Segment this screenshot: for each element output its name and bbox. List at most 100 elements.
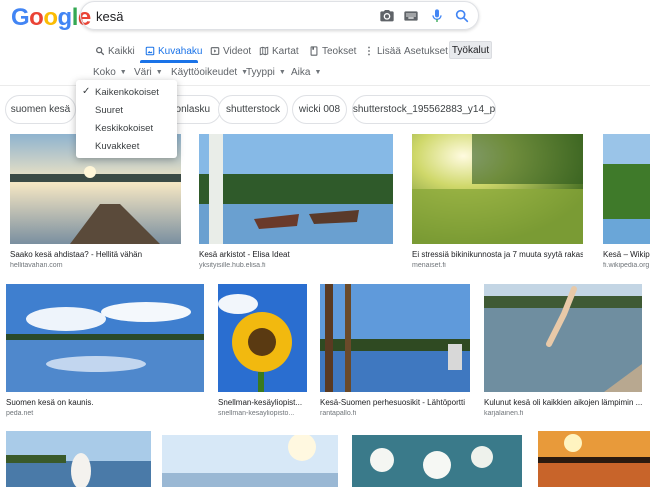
result-thumbnail[interactable] xyxy=(320,284,470,392)
person-diving-lake-image xyxy=(484,284,642,392)
result-source[interactable]: fi.wikipedia.org xyxy=(603,262,650,269)
result-caption[interactable]: Suomen kesä on kaunis. xyxy=(6,398,204,407)
forest-lake-image xyxy=(603,134,650,244)
caret-down-icon: ▼ xyxy=(278,69,286,76)
dropdown-item-label: Kuvakkeet xyxy=(95,140,140,152)
filter-color[interactable]: Väri ▼ xyxy=(134,67,163,78)
tab-all[interactable]: Kaikki xyxy=(95,42,135,60)
result-caption[interactable]: Kesä – Wikipe xyxy=(603,250,650,259)
search-icon[interactable] xyxy=(454,8,470,24)
result-thumbnail[interactable] xyxy=(6,431,151,487)
chip-suggestion[interactable]: wicki 008 xyxy=(292,95,347,124)
sunlit-meadow-image xyxy=(412,134,583,244)
result-source[interactable]: yksityisille.hub.elisa.fi xyxy=(199,262,393,269)
result-source[interactable]: karjalainen.fi xyxy=(484,410,642,417)
tab-label: Lisää xyxy=(377,45,401,57)
microphone-icon[interactable] xyxy=(429,8,445,24)
result-caption[interactable]: Ei stressiä bikinikunnosta ja 7 muuta sy… xyxy=(412,250,583,259)
result-source[interactable]: menaiset.fi xyxy=(412,262,583,269)
filter-label: Tyyppi xyxy=(246,67,275,78)
dropdown-item-icon[interactable]: Kuvakkeet xyxy=(76,137,177,155)
filter-label: Aika xyxy=(291,67,311,78)
chip-suggestion[interactable]: shutterstock_195562883_y14_p xyxy=(352,95,496,124)
tab-maps[interactable]: Kartat xyxy=(259,42,299,60)
tab-label: Kartat xyxy=(272,45,299,57)
chip-label: wicki 008 xyxy=(298,104,341,115)
search-input[interactable]: kesä xyxy=(96,9,123,24)
result-thumbnail[interactable] xyxy=(484,284,642,392)
result-thumbnail[interactable] xyxy=(352,435,522,487)
result-caption[interactable]: Snellman-kesäyliopist... xyxy=(218,398,307,407)
chip-label: shutterstock_195562883_y14_p xyxy=(352,104,496,115)
checkmark-icon: ✓ xyxy=(82,86,91,97)
chip-suggestion[interactable]: suomen kesä xyxy=(5,95,76,124)
sunflower-image xyxy=(218,284,307,392)
filter-label: Väri xyxy=(134,67,152,78)
image-icon xyxy=(145,46,155,56)
result-source[interactable]: hellitavahan.com xyxy=(10,262,181,269)
filter-size[interactable]: Koko ▼ xyxy=(93,67,127,78)
camera-icon[interactable] xyxy=(379,8,395,24)
tab-label: Asetukset xyxy=(404,45,448,57)
video-icon xyxy=(210,47,220,55)
filter-time[interactable]: Aika ▼ xyxy=(291,67,321,78)
tab-label: Kaikki xyxy=(108,45,135,57)
cherry-blossom-image xyxy=(352,435,522,487)
birch-lake-boats-image xyxy=(199,134,393,244)
search-box[interactable]: kesä xyxy=(80,1,479,30)
google-logo[interactable]: Google xyxy=(11,4,91,32)
size-dropdown-menu: ✓ Kaikenkokoiset Suuret Keskikokoiset Ku… xyxy=(76,80,177,158)
filter-usage-rights[interactable]: Käyttöoikeudet ▼ xyxy=(171,67,248,78)
chip-suggestion[interactable]: shutterstock xyxy=(218,95,288,124)
result-thumbnail[interactable] xyxy=(218,284,307,392)
result-caption[interactable]: Kesä-Suomen perhesuosikit - Lähtöportti xyxy=(320,398,470,407)
chip-label: shutterstock xyxy=(226,104,280,115)
filter-type[interactable]: Tyyppi ▼ xyxy=(246,67,286,78)
more-icon: ⋮ xyxy=(364,45,374,57)
result-source[interactable]: peda.net xyxy=(6,410,204,417)
tools-button[interactable]: Työkalut xyxy=(449,41,492,59)
tab-more[interactable]: ⋮ Lisää xyxy=(364,42,401,60)
filter-label: Käyttöoikeudet xyxy=(171,67,238,78)
lake-clouds-image xyxy=(6,284,204,392)
tab-label: Videot xyxy=(223,45,252,57)
tab-label: Kuvahaku xyxy=(158,45,203,57)
keyboard-icon[interactable] xyxy=(403,8,419,24)
result-source[interactable]: rantapallo.fi xyxy=(320,410,470,417)
result-caption[interactable]: Saako kesä ahdistaa? - Hellitä vähän xyxy=(10,250,181,259)
result-caption[interactable]: Kulunut kesä oli kaikkien aikojen lämpim… xyxy=(484,398,642,407)
result-caption[interactable]: Kesä arkistot - Elisa Ideat xyxy=(199,250,393,259)
result-thumbnail[interactable] xyxy=(162,435,338,487)
search-icon xyxy=(96,47,105,56)
dropdown-item-all-sizes[interactable]: ✓ Kaikenkokoiset xyxy=(76,83,177,101)
filter-label: Koko xyxy=(93,67,116,78)
map-icon xyxy=(259,46,269,56)
result-thumbnail[interactable] xyxy=(603,134,650,244)
tab-books[interactable]: Teokset xyxy=(309,42,356,60)
dropdown-item-label: Keskikokoiset xyxy=(95,122,154,134)
active-tab-indicator xyxy=(140,60,198,63)
tab-videos[interactable]: Videot xyxy=(210,42,251,60)
caret-down-icon: ▼ xyxy=(119,69,127,76)
result-thumbnail[interactable] xyxy=(6,284,204,392)
dropdown-item-label: Suuret xyxy=(95,104,123,116)
result-thumbnail[interactable] xyxy=(538,431,650,487)
tools-label: Työkalut xyxy=(451,44,490,56)
girl-in-dress-lake-image xyxy=(6,431,151,487)
bright-sky-image xyxy=(162,435,338,487)
tab-settings[interactable]: Asetukset xyxy=(404,42,448,60)
result-source[interactable]: snellman-kesayliopisto... xyxy=(218,410,307,417)
dropdown-item-medium[interactable]: Keskikokoiset xyxy=(76,119,177,137)
book-icon xyxy=(310,46,318,56)
caret-down-icon: ▼ xyxy=(155,69,163,76)
dropdown-item-label: Kaikenkokoiset xyxy=(95,86,159,98)
dropdown-item-large[interactable]: Suuret xyxy=(76,101,177,119)
chip-label: onlasku xyxy=(175,104,210,115)
tab-label: Teokset xyxy=(322,45,357,57)
tab-images[interactable]: Kuvahaku xyxy=(145,42,202,60)
caret-down-icon: ▼ xyxy=(314,69,322,76)
result-thumbnail[interactable] xyxy=(199,134,393,244)
result-thumbnail[interactable] xyxy=(412,134,583,244)
lake-sunset-image xyxy=(538,431,650,487)
pine-lake-sauna-image xyxy=(320,284,470,392)
